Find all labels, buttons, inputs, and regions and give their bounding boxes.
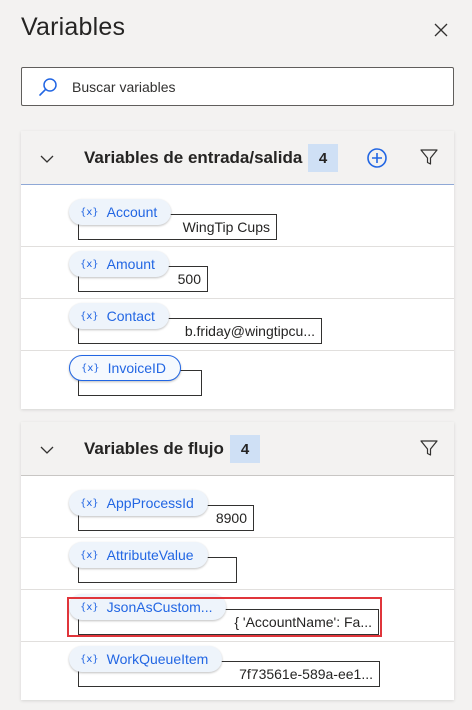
flow-count-badge: 4 bbox=[230, 435, 260, 463]
io-variable-row-amount: 500 {x} Amount bbox=[21, 247, 454, 299]
flow-variable-row-appprocessid: 8900 {x} AppProcessId bbox=[21, 486, 454, 538]
variable-pill-workqueueitem[interactable]: {x} WorkQueueItem bbox=[69, 646, 223, 672]
add-icon bbox=[367, 148, 387, 168]
flow-variable-row-attributevalue: {x} AttributeValue bbox=[21, 538, 454, 590]
search-box[interactable] bbox=[21, 67, 454, 106]
filter-icon bbox=[420, 149, 438, 165]
io-variable-row-invoiceid: {x} InvoiceID bbox=[21, 351, 454, 403]
variable-pill-amount[interactable]: {x} Amount bbox=[69, 251, 169, 277]
variable-icon: {x} bbox=[80, 258, 99, 270]
flow-variables-section: Variables de flujo 4 8900 {x} AppProcess… bbox=[21, 422, 454, 700]
flow-variable-row-jsonascustom: { 'AccountName': Fa... {x} JsonAsCustom.… bbox=[21, 590, 454, 642]
variable-icon: {x} bbox=[80, 497, 99, 509]
io-section-title: Variables de entrada/salida bbox=[84, 148, 303, 167]
variable-icon: {x} bbox=[80, 653, 99, 665]
variable-icon: {x} bbox=[80, 601, 99, 613]
variable-pill-contact[interactable]: {x} Contact bbox=[69, 303, 169, 329]
variable-name: Account bbox=[106, 204, 158, 220]
variable-name: InvoiceID bbox=[107, 360, 167, 376]
variable-name: AppProcessId bbox=[106, 495, 194, 511]
variable-icon: {x} bbox=[81, 362, 100, 374]
variable-pill-jsonascustom[interactable]: {x} JsonAsCustom... bbox=[69, 594, 227, 620]
search-input[interactable] bbox=[72, 78, 412, 95]
io-section-header: Variables de entrada/salida 4 bbox=[21, 131, 454, 185]
close-button[interactable] bbox=[428, 17, 454, 43]
io-variable-row-account: WingTip Cups {x} Account bbox=[21, 195, 454, 247]
variable-name: JsonAsCustom... bbox=[106, 599, 213, 615]
io-variables-section: Variables de entrada/salida 4 WingTip Cu… bbox=[21, 131, 454, 409]
flow-section-header: Variables de flujo 4 bbox=[21, 422, 454, 476]
chevron-down-icon[interactable] bbox=[38, 150, 56, 168]
variable-name: Contact bbox=[106, 308, 155, 324]
flow-filter-button[interactable] bbox=[419, 438, 439, 458]
flow-section-title: Variables de flujo bbox=[84, 439, 224, 458]
variable-pill-appprocessid[interactable]: {x} AppProcessId bbox=[69, 490, 208, 516]
io-filter-button[interactable] bbox=[419, 147, 439, 167]
add-variable-button[interactable] bbox=[365, 146, 389, 170]
variable-icon: {x} bbox=[80, 206, 99, 218]
io-variable-row-contact: b.friday@wingtipcu... {x} Contact bbox=[21, 299, 454, 351]
variable-pill-account[interactable]: {x} Account bbox=[69, 199, 172, 225]
pane-header: Variables bbox=[0, 0, 472, 60]
variable-name: WorkQueueItem bbox=[106, 651, 209, 667]
chevron-down-icon[interactable] bbox=[38, 441, 56, 459]
search-icon bbox=[38, 77, 58, 97]
variable-pill-attributevalue[interactable]: {x} AttributeValue bbox=[69, 542, 208, 568]
flow-variable-row-workqueueitem: 7f73561e-589a-ee1... {x} WorkQueueItem bbox=[21, 642, 454, 694]
variable-pill-invoiceid[interactable]: {x} InvoiceID bbox=[69, 355, 182, 381]
variable-name: Amount bbox=[106, 256, 155, 272]
filter-icon bbox=[420, 440, 438, 456]
pane-title: Variables bbox=[21, 13, 126, 41]
variable-name: AttributeValue bbox=[106, 547, 194, 563]
io-count-badge: 4 bbox=[308, 144, 338, 172]
variable-icon: {x} bbox=[80, 549, 99, 561]
variable-icon: {x} bbox=[80, 310, 99, 322]
close-icon bbox=[434, 23, 448, 37]
